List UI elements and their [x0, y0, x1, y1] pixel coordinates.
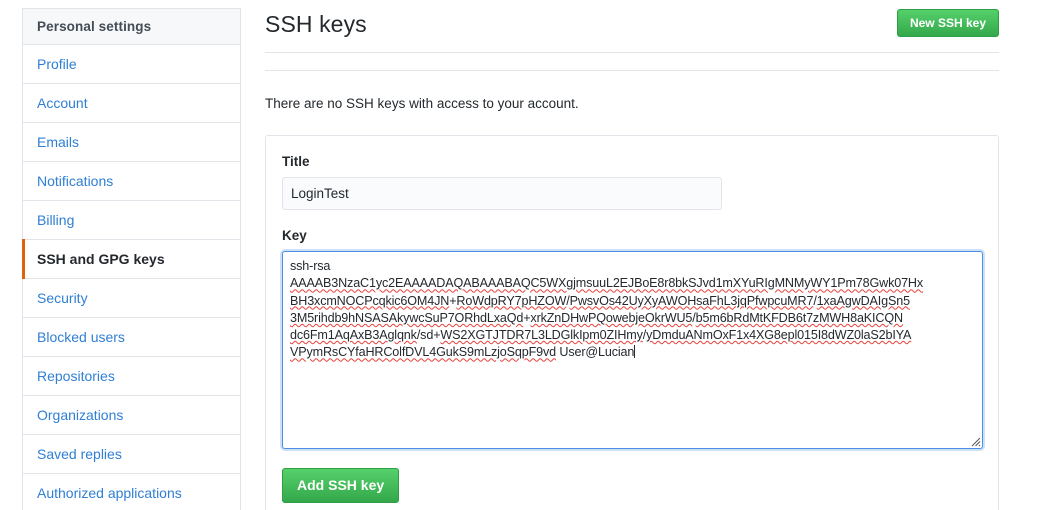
key-token: b5m6bRdMtKFDB6t7zMWH8aKICQN [695, 310, 903, 325]
new-ssh-key-button[interactable]: New SSH key [896, 9, 999, 37]
empty-state-message: There are no SSH keys with access to you… [265, 96, 579, 111]
sidebar-item-label: Repositories [37, 368, 115, 384]
sidebar-item-profile[interactable]: Profile [23, 45, 240, 84]
key-token: 1xaAgwDAIgSn5 [816, 293, 910, 308]
add-ssh-key-form: Title Key ssh-rsa AAAAB3NzaC1yc2EAAAADAQA… [265, 135, 999, 510]
sidebar-item-label: Authorized applications [37, 485, 182, 501]
sidebar-item-label: Blocked users [37, 329, 125, 345]
sidebar-item-label: Billing [37, 212, 75, 228]
sidebar-header: Personal settings [23, 9, 240, 45]
page-root: Personal settings Profile Account Emails No… [0, 0, 1045, 510]
key-token: rsa [313, 259, 331, 273]
sidebar-item-repositories[interactable]: Repositories [23, 357, 240, 396]
text-caret [634, 345, 636, 359]
sidebar-item-list: Profile Account Emails Notifications Billing… [22, 45, 240, 510]
key-token: WS2XGTJTDR7L3LDGlkIpm0ZIHmy [440, 328, 643, 343]
key-token: VPymRsCYfaHRColfDVL4GukS9mLzjoSqpF9vd [290, 345, 557, 360]
key-field-label: Key [282, 228, 307, 243]
sidebar-item-authorized-applications[interactable]: Authorized applications [23, 474, 240, 510]
key-line: AAAAB3NzaC1yc2EAAAADAQABAAABAQC5WXgjmsuu… [290, 275, 974, 292]
key-token: BH3xcmNOCPcqkic6OM4JN [290, 293, 450, 308]
key-token: 3M5rihdb9hNSASAkywcSuP7ORhdLxaQd [290, 310, 524, 325]
settings-sidebar: Personal settings Profile Account Emails No… [22, 8, 241, 510]
sidebar-item-label: Account [37, 95, 88, 111]
key-line: VPymRsCYfaHRColfDVL4GukS9mLzjoSqpF9vd Us… [290, 345, 636, 360]
key-token: User [559, 345, 586, 360]
key-token: sd [420, 328, 434, 343]
key-token: PwsvOs42UyXyAWOHsaFhL3jqPfwpcuMR7 [569, 293, 814, 308]
resize-handle-icon[interactable] [968, 434, 981, 447]
header-divider [265, 52, 999, 53]
key-textarea[interactable]: ssh-rsa AAAAB3NzaC1yc2EAAAADAQABAAABAQC5W… [282, 251, 983, 449]
key-line: BH3xcmNOCPcqkic6OM4JN+RoWdpRY7pHZOW/Pwsv… [290, 293, 910, 308]
sidebar-item-label: Notifications [37, 173, 114, 189]
sidebar-item-ssh-and-gpg-keys[interactable]: SSH and GPG keys [22, 239, 240, 279]
key-token: xrkZnDHwPQowebjeOkrWU5 [530, 310, 693, 325]
sidebar-item-label: Emails [37, 134, 80, 150]
key-token: ssh [290, 259, 310, 273]
sidebar-item-account[interactable]: Account [23, 84, 240, 123]
key-token: RoWdpRY7pHZOW [456, 293, 567, 308]
sidebar-item-billing[interactable]: Billing [23, 201, 240, 240]
section-divider [265, 70, 999, 71]
key-textarea-content: ssh-rsa AAAAB3NzaC1yc2EAAAADAQABAAABAQC5W… [290, 258, 974, 362]
form-actions: Add SSH key [282, 468, 983, 503]
main-content: SSH keys New SSH key There are no SSH ke… [265, 0, 999, 510]
page-header: SSH keys New SSH key [265, 0, 999, 39]
key-token: AAAAB3NzaC1yc2EAAAADAQABAAABAQC5WXgjmsuu… [290, 276, 924, 291]
sidebar-item-saved-replies[interactable]: Saved replies [23, 435, 240, 474]
key-token: dc6Fm1AqAxB3Aglqnk [290, 328, 417, 343]
key-line: ssh-rsa [290, 259, 331, 273]
sidebar-item-organizations[interactable]: Organizations [23, 396, 240, 435]
sidebar-item-label: Profile [37, 56, 77, 72]
key-line: dc6Fm1AqAxB3Aglqnk/sd+WS2XGTJTDR7L3LDGlk… [290, 328, 912, 343]
sidebar-item-label: Saved replies [37, 446, 122, 462]
add-ssh-key-button[interactable]: Add SSH key [282, 468, 400, 503]
sidebar-item-label: Security [37, 290, 88, 306]
title-field-label: Title [282, 154, 310, 169]
sidebar-item-notifications[interactable]: Notifications [23, 162, 240, 201]
title-input[interactable] [282, 177, 722, 210]
key-line: 3M5rihdb9hNSASAkywcSuP7ORhdLxaQd+xrkZnDH… [290, 310, 903, 325]
key-token: yDmduANmOxF1x4XG8epl015I8dWZ0laS2bIYA [646, 328, 912, 343]
sidebar-item-label: SSH and GPG keys [37, 251, 165, 267]
sidebar-item-security[interactable]: Security [23, 279, 240, 318]
sidebar-item-blocked-users[interactable]: Blocked users [23, 318, 240, 357]
sidebar-item-label: Organizations [37, 407, 124, 423]
sidebar-item-emails[interactable]: Emails [23, 123, 240, 162]
key-textarea-wrapper: ssh-rsa AAAAB3NzaC1yc2EAAAADAQABAAABAQC5W… [282, 251, 983, 449]
key-token: Lucian [598, 345, 635, 360]
page-title: SSH keys [265, 11, 367, 37]
